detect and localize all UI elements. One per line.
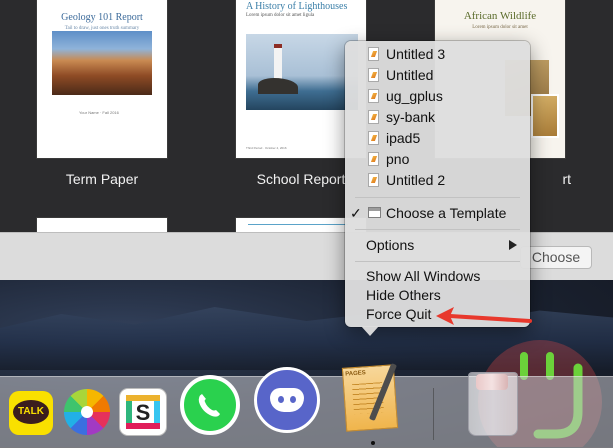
recent-doc-item[interactable]: pno [345, 149, 530, 169]
lighthouse-image [246, 34, 358, 110]
checkmark-icon: ✓ [350, 205, 362, 221]
trash-papers [476, 374, 508, 390]
annotation-arrow-icon [436, 307, 532, 325]
recent-doc-label: pno [386, 151, 410, 167]
template-label-term-paper: Term Paper [65, 171, 139, 187]
choose-button[interactable]: Choose [520, 246, 592, 269]
thumbnail-footer: Your Name · Fall 2016 [79, 110, 119, 115]
menu-pointer [361, 326, 379, 336]
kakaotalk-label: TALK [18, 406, 44, 417]
recent-doc-label: sy-bank [386, 109, 436, 125]
photos-center [81, 406, 93, 418]
canyon-image [52, 31, 152, 95]
thumbnail-rule [248, 224, 348, 225]
thumbnail-title: A History of Lighthouses [246, 1, 348, 12]
dock-separator [433, 388, 434, 440]
recent-doc-label: Untitled [386, 67, 434, 83]
discord-controller [270, 388, 304, 412]
pages-document-icon [368, 68, 379, 82]
hide-others-item[interactable]: Hide Others [345, 285, 530, 305]
template-window-icon [368, 207, 381, 218]
rocks-shape [258, 78, 298, 94]
discord-icon[interactable] [254, 367, 320, 433]
thumbnail-title: Geology 101 Report [61, 12, 143, 23]
phone-icon [198, 394, 220, 417]
recent-doc-item[interactable]: Untitled [345, 65, 530, 85]
discord-eye-right [290, 396, 296, 403]
pages-document-icon [368, 173, 379, 187]
template-thumbnail-row2-1[interactable] [37, 218, 167, 232]
recent-doc-item[interactable]: Untitled 2 [345, 170, 530, 190]
submenu-arrow-icon [509, 240, 517, 250]
slack-icon[interactable]: S [120, 389, 166, 435]
recent-doc-item[interactable]: ipad5 [345, 128, 530, 148]
options-label: Options [366, 237, 415, 253]
hide-others-label: Hide Others [366, 287, 441, 303]
wildlife-image-2 [531, 94, 559, 138]
menu-separator [355, 229, 520, 230]
recent-doc-item[interactable]: ug_gplus [345, 86, 530, 106]
show-all-windows-item[interactable]: Show All Windows [345, 266, 530, 286]
thumbnail-subtitle: Lorem ipsum dolor sit amet [472, 25, 528, 30]
trash-icon[interactable] [466, 370, 518, 436]
recent-doc-label: ug_gplus [386, 88, 443, 104]
pages-document-icon [368, 89, 379, 103]
menu-separator [355, 261, 520, 262]
template-thumbnail-term-paper[interactable]: Geology 101 Report Tail to draw, just on… [37, 0, 167, 158]
dock-context-menu: Untitled 3 Untitled ug_gplus sy-bank ipa… [345, 41, 530, 327]
recent-doc-item[interactable]: Untitled 3 [345, 44, 530, 64]
discord-eye-left [278, 396, 284, 403]
pages-document-icon [368, 131, 379, 145]
show-all-windows-label: Show All Windows [366, 268, 481, 284]
pages-document-icon [368, 152, 379, 166]
kakaotalk-icon[interactable]: TALK [9, 391, 53, 435]
whatsapp-icon[interactable] [180, 375, 240, 435]
menu-separator [355, 197, 520, 198]
thumbnail-title: African Wildlife [463, 10, 537, 22]
options-item[interactable]: Options [345, 235, 530, 255]
choose-template-item[interactable]: ✓ Choose a Template [345, 203, 530, 223]
pages-running-indicator [371, 441, 375, 445]
recent-doc-label: Untitled 2 [386, 172, 446, 188]
force-quit-label: Force Quit [366, 306, 432, 322]
thumbnail-subtitle: Lorem ipsum dolor sit amet ligula [246, 13, 315, 18]
choose-template-label: Choose a Template [386, 205, 507, 221]
recent-doc-item[interactable]: sy-bank [345, 107, 530, 127]
slack-letter: S [135, 400, 151, 425]
pages-document-icon [368, 47, 379, 61]
pages-label: PAGES [345, 370, 367, 378]
pages-icon[interactable]: PAGES [340, 363, 400, 432]
thumbnail-footer: Third Period · October 4, 2016 [246, 146, 287, 150]
photos-icon[interactable] [64, 389, 110, 435]
recent-doc-label: Untitled 3 [386, 46, 446, 62]
pages-document-icon [368, 110, 379, 124]
recent-doc-label: ipad5 [386, 130, 421, 146]
